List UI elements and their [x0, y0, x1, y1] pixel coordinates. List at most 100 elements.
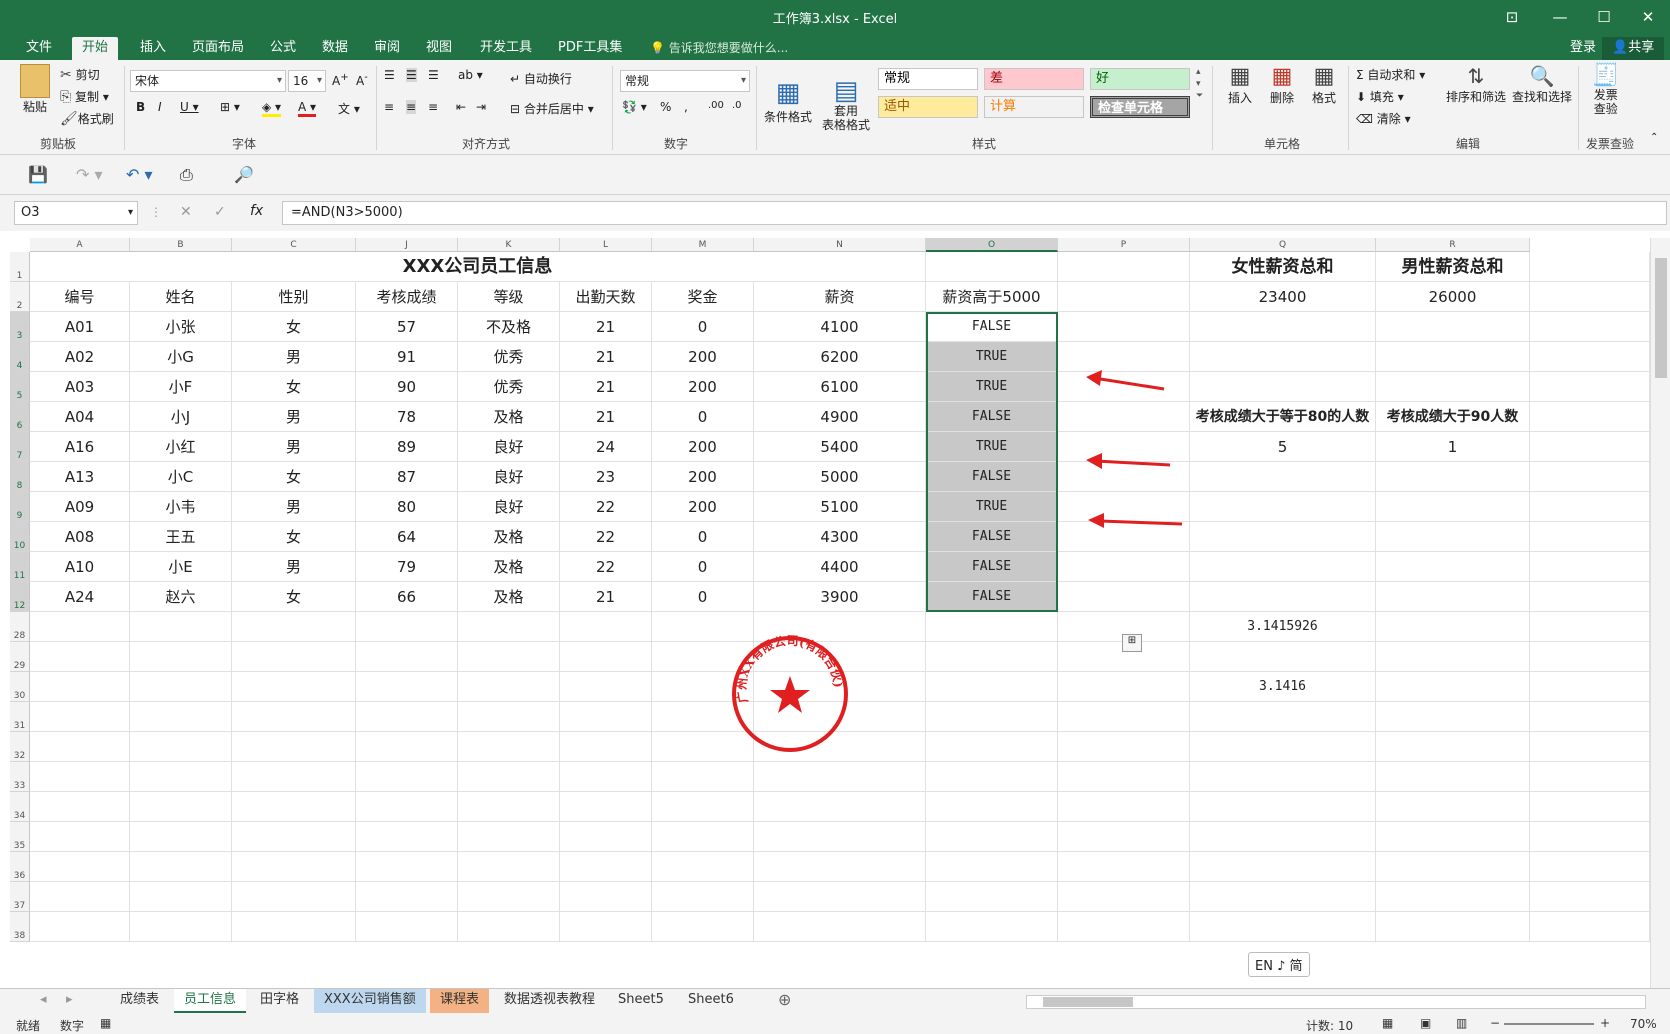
header-cell[interactable]: 薪资 — [754, 282, 926, 312]
empty-cell[interactable] — [1058, 762, 1190, 792]
score-ge80-value[interactable]: 5 — [1190, 432, 1376, 462]
data-cell[interactable]: A24 — [30, 582, 130, 612]
empty-cell[interactable] — [1376, 582, 1530, 612]
data-cell[interactable]: 及格 — [458, 522, 560, 552]
empty-cell[interactable] — [1530, 282, 1650, 312]
empty-cell[interactable] — [458, 792, 560, 822]
empty-cell[interactable] — [30, 792, 130, 822]
empty-cell[interactable] — [458, 612, 560, 642]
empty-cell[interactable] — [30, 732, 130, 762]
data-cell[interactable]: 66 — [356, 582, 458, 612]
empty-cell[interactable] — [1190, 732, 1376, 762]
minimize-button[interactable]: — — [1540, 4, 1580, 30]
data-cell[interactable]: 21 — [560, 312, 652, 342]
empty-cell[interactable] — [30, 882, 130, 912]
data-cell[interactable]: 女 — [232, 462, 356, 492]
data-cell[interactable]: 80 — [356, 492, 458, 522]
score-gt90-value[interactable]: 1 — [1376, 432, 1530, 462]
data-cell[interactable]: 女 — [232, 312, 356, 342]
empty-cell[interactable] — [356, 702, 458, 732]
page-layout-view-icon[interactable]: ▣ — [1420, 1016, 1431, 1030]
font-name-select[interactable]: 宋体 — [130, 70, 286, 92]
empty-cell[interactable] — [1376, 312, 1530, 342]
share-button[interactable]: 👤共享 — [1602, 37, 1665, 60]
data-cell[interactable]: 小C — [130, 462, 232, 492]
data-cell[interactable]: 良好 — [458, 462, 560, 492]
pi-rounded-cell[interactable]: 3.1416 — [1190, 672, 1376, 702]
data-cell[interactable]: 87 — [356, 462, 458, 492]
empty-cell[interactable] — [652, 852, 754, 882]
empty-cell[interactable] — [1376, 672, 1530, 702]
result-cell[interactable]: FALSE — [926, 522, 1058, 552]
data-cell[interactable]: 0 — [652, 522, 754, 552]
wrap-text-button[interactable]: ↵ 自动换行 — [510, 70, 572, 87]
data-cell[interactable]: A04 — [30, 402, 130, 432]
empty-cell[interactable] — [1190, 852, 1376, 882]
data-cell[interactable]: 女 — [232, 522, 356, 552]
data-cell[interactable]: 男 — [232, 402, 356, 432]
empty-cell[interactable] — [1058, 792, 1190, 822]
data-cell[interactable]: 200 — [652, 372, 754, 402]
column-header-P[interactable]: P — [1058, 238, 1190, 252]
empty-cell[interactable] — [1530, 432, 1650, 462]
empty-cell[interactable] — [560, 762, 652, 792]
empty-cell[interactable] — [1190, 582, 1376, 612]
empty-cell[interactable] — [1058, 282, 1190, 312]
scrollbar-thumb[interactable] — [1655, 258, 1667, 378]
empty-cell[interactable] — [130, 732, 232, 762]
align-right-icon[interactable]: ≡ — [428, 100, 438, 114]
empty-cell[interactable] — [1376, 552, 1530, 582]
ime-indicator[interactable]: EN ♪ 简 — [1248, 952, 1310, 977]
row-header-6[interactable]: 6 — [10, 402, 30, 432]
empty-cell[interactable] — [356, 732, 458, 762]
empty-cell[interactable] — [926, 672, 1058, 702]
empty-cell[interactable] — [356, 612, 458, 642]
empty-cell[interactable] — [232, 822, 356, 852]
data-cell[interactable]: 小E — [130, 552, 232, 582]
data-cell[interactable]: 200 — [652, 462, 754, 492]
align-bottom-icon[interactable]: ☰ — [428, 68, 439, 82]
empty-cell[interactable] — [130, 762, 232, 792]
zoom-out-icon[interactable]: − — [1490, 1016, 1500, 1030]
empty-cell[interactable] — [560, 642, 652, 672]
data-cell[interactable]: 22 — [560, 492, 652, 522]
empty-cell[interactable] — [560, 672, 652, 702]
empty-cell[interactable] — [1058, 312, 1190, 342]
empty-cell[interactable] — [356, 852, 458, 882]
row-header-28[interactable]: 28 — [10, 612, 30, 642]
empty-cell[interactable] — [232, 792, 356, 822]
empty-cell[interactable] — [1376, 492, 1530, 522]
empty-cell[interactable] — [926, 732, 1058, 762]
data-cell[interactable]: 57 — [356, 312, 458, 342]
empty-cell[interactable] — [560, 822, 652, 852]
empty-cell[interactable] — [458, 852, 560, 882]
row-header-33[interactable]: 33 — [10, 762, 30, 792]
font-color-icon[interactable]: A ▾ — [298, 100, 317, 117]
empty-cell[interactable] — [560, 912, 652, 942]
format-as-table-button[interactable]: ▤ 套用 表格格式 — [816, 64, 876, 146]
empty-cell[interactable] — [1190, 462, 1376, 492]
zoom-slider[interactable] — [1504, 1023, 1594, 1025]
insert-cells-button[interactable]: ▦ 插入 — [1228, 64, 1252, 106]
empty-cell[interactable] — [926, 852, 1058, 882]
sheet-tab-sheet6[interactable]: Sheet6 — [678, 989, 744, 1013]
conditional-format-button[interactable]: ▦ 条件格式 — [760, 64, 816, 139]
name-box[interactable]: O3 ▾ — [14, 201, 138, 225]
fill-color-icon[interactable]: ◈ ▾ — [262, 100, 282, 117]
empty-cell[interactable] — [232, 912, 356, 942]
data-cell[interactable]: 良好 — [458, 432, 560, 462]
zoom-in-icon[interactable]: + — [1600, 1016, 1610, 1030]
male-salary-value[interactable]: 26000 — [1376, 282, 1530, 312]
empty-cell[interactable] — [560, 612, 652, 642]
zoom-level[interactable]: 70% — [1630, 1017, 1657, 1031]
data-cell[interactable]: A09 — [30, 492, 130, 522]
data-cell[interactable]: A10 — [30, 552, 130, 582]
formula-input[interactable]: =AND(N3>5000) — [282, 201, 1667, 225]
column-header-B[interactable]: B — [130, 238, 232, 252]
empty-cell[interactable] — [1058, 582, 1190, 612]
empty-cell[interactable] — [1530, 762, 1650, 792]
empty-cell[interactable] — [232, 612, 356, 642]
data-cell[interactable]: 5000 — [754, 462, 926, 492]
empty-cell[interactable] — [1190, 882, 1376, 912]
sheet-tab-grades[interactable]: 成绩表 — [110, 989, 169, 1013]
